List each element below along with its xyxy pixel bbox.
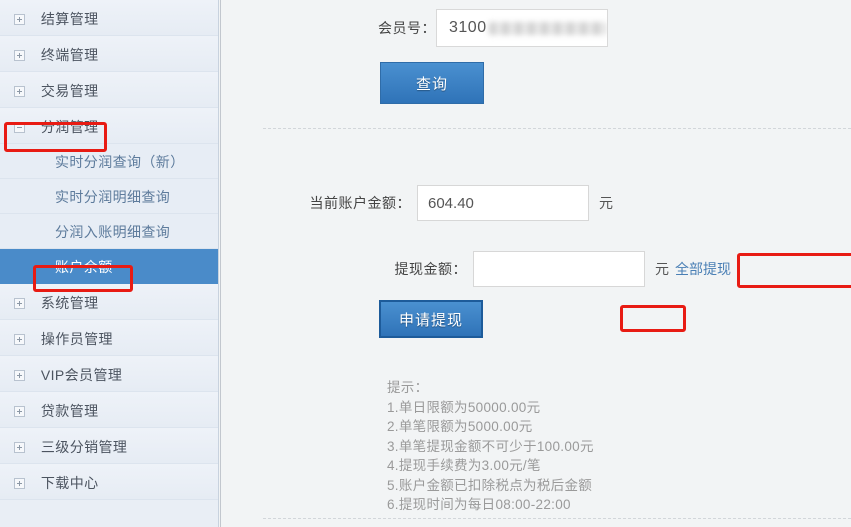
- sidebar-item-vip-member[interactable]: VIP会员管理: [0, 356, 218, 392]
- sidebar-item-daikuan[interactable]: 贷款管理: [0, 392, 218, 428]
- sidebar-item-jiaoyi[interactable]: 交易管理: [0, 72, 218, 108]
- plus-square-icon[interactable]: [14, 477, 25, 489]
- sidebar-item-label: 结算管理: [40, 11, 99, 28]
- withdraw-amount-row: 提现金额： 元 全部提现: [381, 251, 731, 287]
- sidebar-navigation[interactable]: 结算管理 终端管理 交易管理 分润管理 实时分润查询（新） 实时分润明细查询 分…: [0, 0, 219, 527]
- sidebar-item-zhongduan[interactable]: 终端管理: [0, 36, 218, 72]
- annotation-box-apply-button: [620, 305, 686, 332]
- sidebar-item-caozuoyuan[interactable]: 操作员管理: [0, 320, 218, 356]
- plus-square-icon[interactable]: [14, 13, 25, 25]
- plus-square-icon[interactable]: [14, 297, 25, 309]
- sidebar-item-account-balance[interactable]: 账户余额: [0, 249, 218, 284]
- plus-square-icon[interactable]: [14, 85, 25, 97]
- current-balance-unit: 元: [599, 195, 613, 211]
- sidebar-item-fenrun-posting-detail-query[interactable]: 分润入账明细查询: [0, 214, 218, 249]
- sidebar-item-realtime-fenrun-detail-query[interactable]: 实时分润明细查询: [0, 179, 218, 214]
- member-number-input[interactable]: 3100: [436, 9, 608, 47]
- sidebar-item-three-level-distribution[interactable]: 三级分销管理: [0, 428, 218, 464]
- current-balance-field: [417, 185, 589, 221]
- plus-square-icon[interactable]: [14, 441, 25, 453]
- sidebar-item-label: 系统管理: [40, 295, 99, 312]
- sidebar-item-label: 分润管理: [40, 119, 99, 136]
- tips-line: 3.单笔提现金额不可少于100.00元: [387, 438, 594, 454]
- plus-square-icon[interactable]: [14, 405, 25, 417]
- tips-line: 1.单日限额为50000.00元: [387, 399, 541, 415]
- apply-withdraw-button[interactable]: 申请提现: [379, 300, 483, 338]
- sidebar-item-label: 操作员管理: [40, 331, 113, 348]
- sidebar-item-label: 终端管理: [40, 47, 99, 64]
- redacted-digits-mask: [488, 21, 607, 35]
- section-divider-bottom: [263, 518, 851, 519]
- sidebar-item-realtime-fenrun-query-new[interactable]: 实时分润查询（新）: [0, 144, 218, 179]
- sidebar-item-label: VIP会员管理: [40, 367, 123, 384]
- current-balance-label: 当前账户金额：: [309, 195, 411, 211]
- sidebar-item-label: 实时分润查询（新）: [55, 153, 185, 170]
- sidebar-item-label: 贷款管理: [40, 403, 99, 420]
- plus-square-icon[interactable]: [14, 49, 25, 61]
- minus-square-icon[interactable]: [14, 121, 25, 133]
- plus-square-icon[interactable]: [14, 333, 25, 345]
- annotation-box-withdraw-input: [737, 253, 851, 288]
- member-number-value: 3100: [449, 19, 487, 36]
- sidebar-item-label: 账户余额: [55, 258, 113, 275]
- withdraw-all-link[interactable]: 全部提现: [675, 259, 731, 279]
- tips-line: 5.账户金额已扣除税点为税后金额: [387, 477, 593, 493]
- member-number-label: 会员号：: [378, 20, 436, 36]
- member-number-row: 会员号： 3100: [362, 9, 608, 47]
- main-content: 会员号： 3100 查询 当前账户金额： 元 提现金额： 元 全部提现 申请提现…: [221, 0, 851, 527]
- sidebar-item-label: 交易管理: [40, 83, 99, 100]
- withdraw-amount-label: 提现金额：: [394, 261, 467, 277]
- sidebar-item-fenrun[interactable]: 分润管理: [0, 108, 218, 144]
- tips-line: 4.提现手续费为3.00元/笔: [387, 458, 541, 473]
- tips-line: 6.提现时间为每日08:00-22:00: [387, 497, 571, 512]
- sidebar-item-label: 下载中心: [40, 475, 99, 492]
- page-root: 结算管理 终端管理 交易管理 分润管理 实时分润查询（新） 实时分润明细查询 分…: [0, 0, 851, 527]
- sidebar-item-label: 实时分润明细查询: [55, 188, 171, 205]
- sidebar-item-download-center[interactable]: 下载中心: [0, 464, 218, 500]
- withdraw-amount-input[interactable]: [473, 251, 645, 287]
- sidebar-item-label: 分润入账明细查询: [55, 223, 171, 240]
- plus-square-icon[interactable]: [14, 369, 25, 381]
- tips-block: 提示： 1.单日限额为50000.00元 2.单笔限额为5000.00元 3.单…: [387, 378, 594, 515]
- current-balance-row: 当前账户金额： 元: [289, 185, 613, 221]
- tips-title: 提示：: [387, 380, 429, 395]
- query-button[interactable]: 查询: [380, 62, 484, 104]
- sidebar-item-jiesuan[interactable]: 结算管理: [0, 0, 218, 36]
- sidebar-item-label: 三级分销管理: [40, 439, 128, 456]
- section-divider-top: [263, 128, 851, 129]
- withdraw-amount-unit: 元: [655, 261, 669, 277]
- tips-line: 2.单笔限额为5000.00元: [387, 419, 533, 434]
- sidebar-item-xitong[interactable]: 系统管理: [0, 284, 218, 320]
